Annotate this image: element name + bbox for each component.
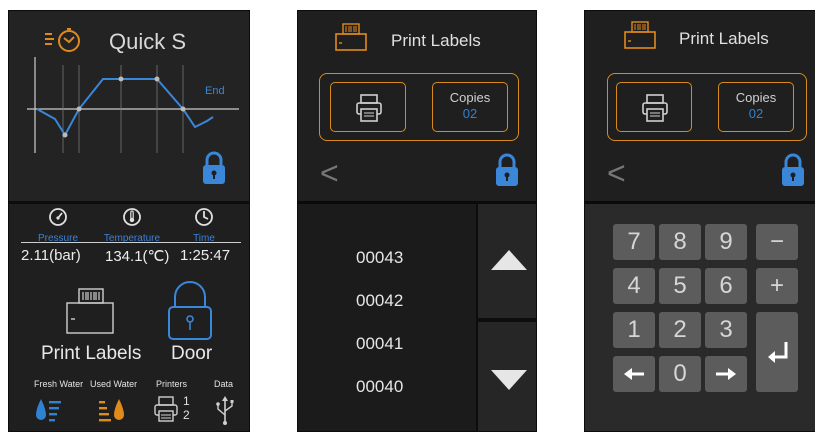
screen-title: Print Labels [391, 31, 481, 50]
lock-icon[interactable] [781, 153, 805, 192]
key-3[interactable]: 3 [705, 312, 747, 348]
label-printer-icon [334, 23, 368, 56]
printer-2-label: 2 [183, 408, 190, 422]
key-plus[interactable]: + [756, 268, 798, 304]
key-left[interactable] [613, 356, 655, 392]
usb-icon [216, 396, 234, 425]
copies-label: Copies [449, 90, 491, 105]
stat-temperature: Temperature [97, 207, 167, 244]
used-water-button[interactable] [97, 395, 127, 430]
printers-label: Printers [156, 379, 188, 389]
pressure-value: 2.11(bar) [21, 247, 81, 264]
print-labels-screen: Print Labels Copies 02 < 00043 00042 000… [297, 10, 537, 432]
cycle-timer-icon [43, 25, 89, 60]
fresh-water-label: Fresh Water [34, 379, 84, 389]
copies-button[interactable]: Copies 02 [432, 82, 508, 132]
key-1[interactable]: 1 [613, 312, 655, 348]
enter-key[interactable] [756, 312, 798, 392]
key-4[interactable]: 4 [613, 268, 655, 304]
enter-icon [768, 342, 788, 363]
cycle-panel: Quick S End [9, 11, 249, 201]
list-item[interactable]: 00041 [356, 334, 403, 354]
fresh-water-icon [36, 399, 61, 422]
list-item[interactable]: 00043 [356, 248, 403, 268]
key-7[interactable]: 7 [613, 224, 655, 260]
lock-icon[interactable] [202, 151, 226, 190]
arrow-right-icon [716, 368, 736, 380]
print-controls-frame: Copies 02 [319, 73, 519, 141]
key-6[interactable]: 6 [705, 268, 747, 304]
divider [9, 201, 249, 204]
key-0[interactable]: 0 [659, 356, 701, 392]
gauge-icon [49, 208, 67, 226]
print-labels-label[interactable]: Print Labels [41, 343, 141, 365]
door-button[interactable] [167, 281, 213, 341]
print-labels-button[interactable] [59, 287, 119, 341]
arrow-up-icon [491, 250, 527, 270]
copies-label: Copies [735, 90, 777, 105]
printer-icon [642, 94, 668, 122]
used-water-icon [99, 399, 124, 422]
data-button[interactable] [215, 395, 235, 430]
arrow-down-icon [491, 370, 527, 390]
print-controls-frame: Copies 02 [607, 73, 807, 141]
data-label: Data [214, 379, 234, 389]
stat-divider [21, 242, 241, 243]
list-item[interactable]: 00040 [356, 377, 403, 397]
label-printer-icon [66, 288, 114, 334]
printers-button[interactable]: 1 2 [153, 394, 199, 427]
cycle-title: Quick S [109, 29, 187, 54]
key-2[interactable]: 2 [659, 312, 701, 348]
copies-value: 02 [748, 106, 764, 121]
clock-icon [195, 208, 213, 226]
graph-end-label: End [205, 85, 225, 97]
back-chevron-icon[interactable]: < [320, 157, 339, 189]
print-button[interactable] [330, 82, 406, 132]
key-9[interactable]: 9 [705, 224, 747, 260]
printer-1-label: 1 [183, 394, 190, 408]
stat-time: Time [169, 207, 239, 244]
fresh-water-button[interactable] [35, 395, 63, 430]
key-8[interactable]: 8 [659, 224, 701, 260]
used-water-label: Used Water [90, 379, 138, 389]
back-chevron-icon[interactable]: < [607, 157, 626, 189]
printer-icon [356, 94, 382, 122]
keypad: 7 8 9 − 4 5 6 + 1 2 3 0 [585, 204, 815, 431]
key-minus[interactable]: − [756, 224, 798, 260]
label-list: 00043 00042 00041 00040 [298, 204, 476, 431]
lock-icon[interactable] [495, 153, 519, 192]
key-5[interactable]: 5 [659, 268, 701, 304]
scroll-down-button[interactable] [476, 322, 536, 431]
thermometer-icon [123, 208, 141, 226]
screen-title: Print Labels [679, 29, 769, 48]
printer-icon [154, 396, 178, 422]
list-item[interactable]: 00042 [356, 291, 403, 311]
time-value: 1:25:47 [180, 247, 231, 264]
label-printer-icon [623, 21, 657, 54]
copies-value: 02 [462, 106, 478, 121]
temperature-value: 134.1(℃) [105, 248, 170, 265]
keypad-screen: Print Labels Copies 02 < 7 8 9 − 4 5 6 +… [584, 10, 815, 432]
scroll-up-button[interactable] [476, 204, 536, 318]
quick-status-screen: Quick S End Pressure Temperature Time 2.… [8, 10, 250, 432]
door-lock-icon [168, 281, 212, 340]
stat-pressure: Pressure [23, 207, 93, 244]
arrow-left-icon [624, 368, 644, 380]
copies-button[interactable]: Copies 02 [718, 82, 794, 132]
cycle-graph: End [27, 57, 239, 153]
key-right[interactable] [705, 356, 747, 392]
door-label[interactable]: Door [171, 343, 212, 365]
print-button[interactable] [616, 82, 692, 132]
